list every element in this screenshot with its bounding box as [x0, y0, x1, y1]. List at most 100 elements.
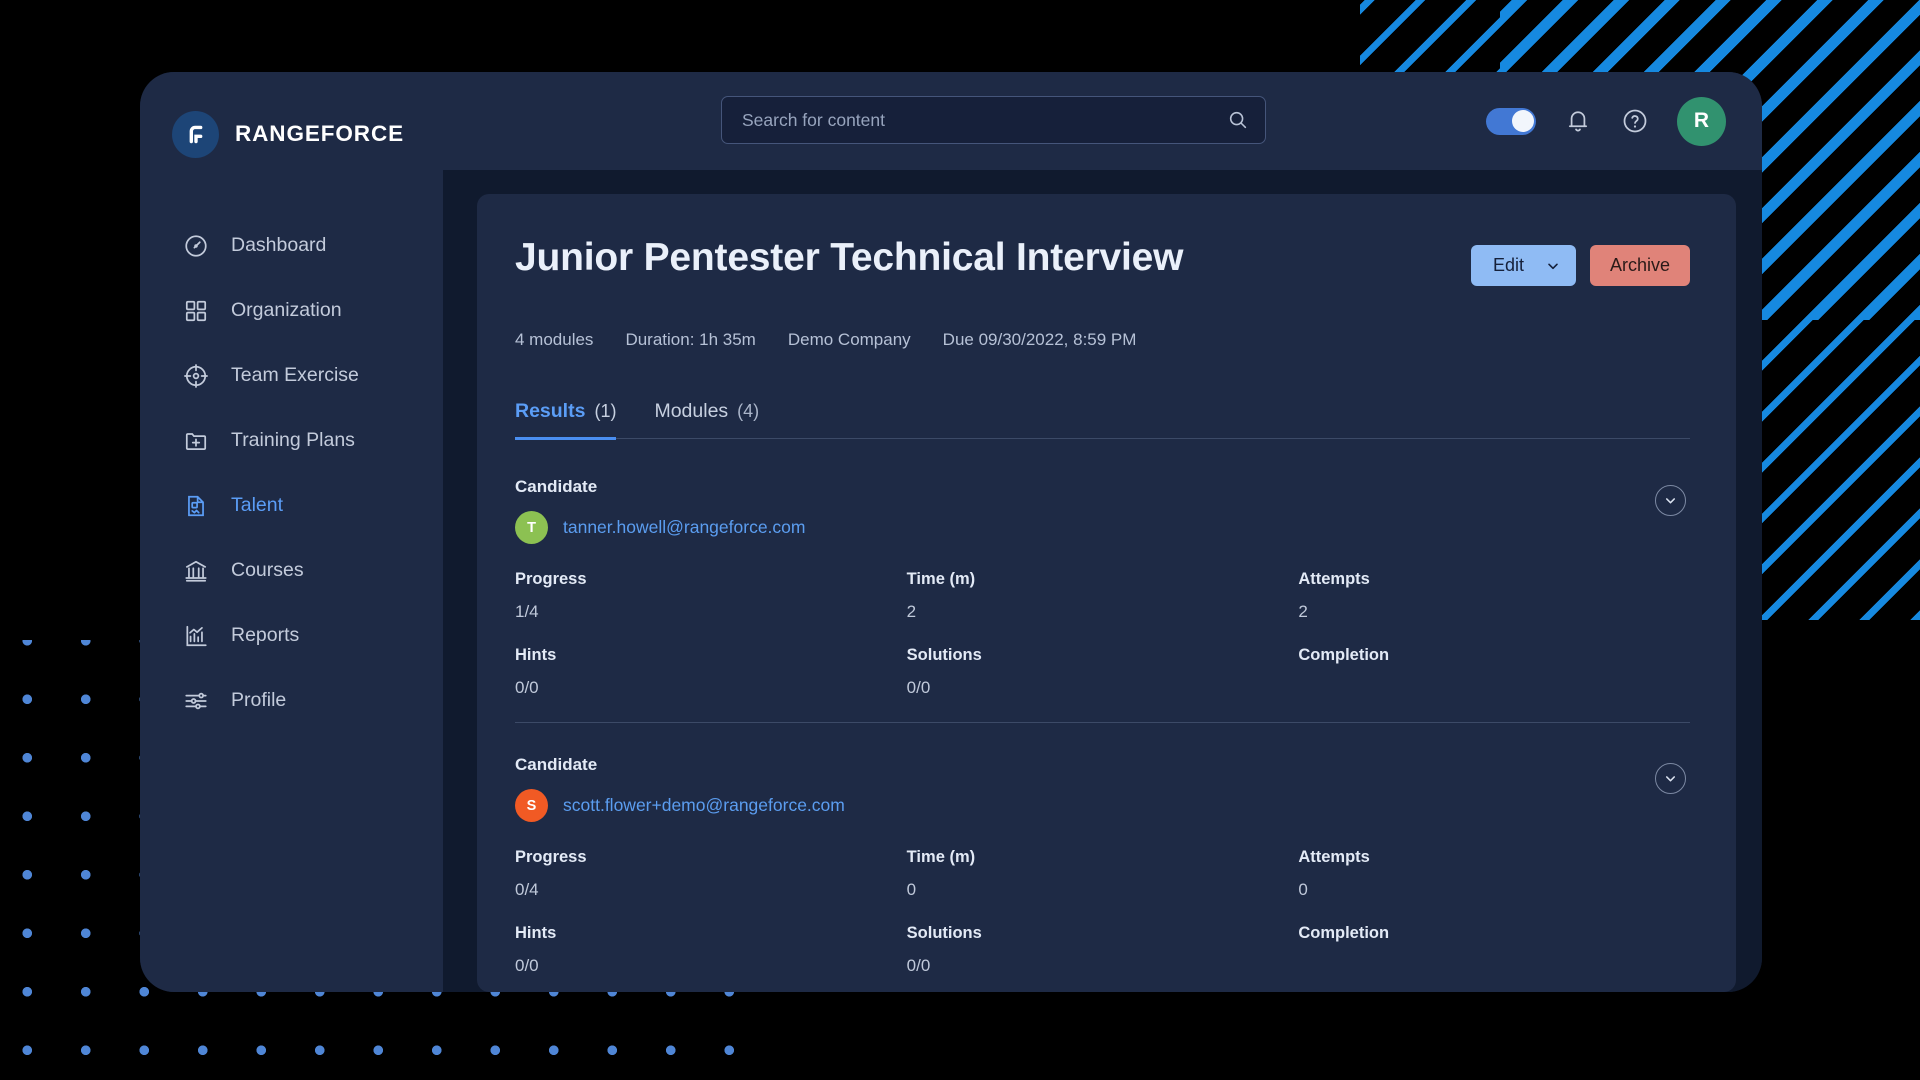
bank-icon — [183, 558, 209, 584]
sidebar-item-label: Profile — [231, 689, 287, 711]
stat-label: Progress — [515, 848, 587, 866]
sidebar-item-label: Organization — [231, 299, 342, 321]
stat-attempts: Attempts 0 — [1298, 848, 1690, 900]
meta-company: Demo Company — [787, 330, 911, 349]
stats-row-bottom: Hints 0/0 Solutions 0/0 Completion — [515, 924, 1690, 976]
sliders-icon — [183, 688, 209, 714]
sidebar-item-label: Dashboard — [231, 234, 327, 256]
sidebar-item-training-plans[interactable]: Training Plans — [140, 408, 443, 473]
stat-value — [1298, 678, 1690, 698]
stat-label: Time (m) — [906, 848, 976, 866]
candidate-email-link[interactable]: tanner.howell@rangeforce.com — [563, 517, 805, 538]
sidebar-item-label: Courses — [231, 559, 304, 581]
screen-root: RANGEFORCE Dashboard Organization Team E… — [0, 0, 1920, 1080]
meta-duration: Duration: 1h 35m — [625, 330, 756, 349]
tab-modules[interactable]: Modules (4) — [654, 400, 759, 440]
stat-time: Time (m) 2 — [907, 570, 1299, 622]
stat-progress: Progress 1/4 — [515, 570, 907, 622]
search-icon[interactable] — [1227, 109, 1249, 131]
chevron-down-icon — [1663, 771, 1678, 786]
stat-hints: Hints 0/0 — [515, 924, 907, 976]
tab-label: Modules — [654, 400, 729, 422]
avatar: T — [515, 511, 548, 544]
rangeforce-logo-icon — [172, 110, 219, 158]
stat-label: Solutions — [906, 646, 982, 664]
sidebar-item-courses[interactable]: Courses — [140, 538, 443, 603]
content-area: Junior Pentester Technical Interview Edi… — [443, 170, 1762, 992]
stat-value: 0/0 — [906, 678, 931, 697]
meta-modules: 4 modules — [515, 330, 594, 349]
sidebar-nav: Dashboard Organization Team Exercise Tra… — [140, 213, 443, 733]
tab-bar: Results (1) Modules (4) — [515, 400, 1690, 440]
archive-button[interactable]: Archive — [1590, 245, 1690, 286]
user-avatar[interactable]: R — [1677, 96, 1726, 146]
dark-mode-toggle[interactable] — [1486, 107, 1536, 135]
tab-count: (1) — [594, 401, 617, 421]
table-row: Candidate S scott.flower+demo@rangeforce… — [515, 723, 1690, 992]
stat-time: Time (m) 0 — [907, 848, 1299, 900]
sidebar-item-label: Team Exercise — [231, 364, 359, 386]
meta-due-date: Due 09/30/2022, 8:59 PM — [942, 330, 1137, 349]
stat-value: 1/4 — [515, 602, 539, 621]
sidebar-item-profile[interactable]: Profile — [140, 668, 443, 733]
stat-progress: Progress 0/4 — [515, 848, 907, 900]
target-icon — [183, 363, 209, 389]
sidebar: RANGEFORCE Dashboard Organization Team E… — [140, 72, 443, 992]
help-button[interactable] — [1620, 106, 1650, 136]
stat-label: Completion — [1298, 646, 1390, 664]
stat-value: 0/0 — [906, 956, 931, 975]
brand-logo[interactable]: RANGEFORCE — [140, 98, 443, 170]
notifications-button[interactable] — [1563, 106, 1593, 136]
sidebar-item-label: Talent — [231, 494, 284, 516]
page-meta: 4 modules Duration: 1h 35m Demo Company … — [515, 330, 1690, 350]
candidate-email-link[interactable]: scott.flower+demo@rangeforce.com — [563, 795, 845, 816]
stat-label: Completion — [1298, 924, 1390, 942]
sidebar-item-talent[interactable]: Talent — [140, 473, 443, 538]
stat-value: 0/0 — [515, 956, 539, 975]
brand-name: RANGEFORCE — [235, 121, 405, 146]
tab-label: Results — [515, 400, 586, 422]
stat-value: 0 — [1298, 880, 1308, 899]
folder-plus-icon — [183, 428, 209, 454]
stat-value: 0/4 — [515, 880, 539, 899]
sidebar-item-label: Reports — [231, 624, 300, 646]
candidate-stats: Progress 0/4 Time (m) 0 Attempts 0 Hints… — [515, 848, 1690, 976]
page-title: Junior Pentester Technical Interview — [515, 236, 1184, 279]
stat-label: Attempts — [1298, 848, 1370, 866]
expand-row-button[interactable] — [1655, 763, 1686, 794]
search-container — [721, 96, 1266, 144]
stat-value — [1298, 956, 1690, 976]
top-bar-actions: R — [1486, 72, 1726, 170]
stats-row-bottom: Hints 0/0 Solutions 0/0 Completion — [515, 646, 1690, 698]
expand-row-button[interactable] — [1655, 485, 1686, 516]
toggle-knob — [1511, 110, 1534, 132]
edit-button[interactable]: Edit — [1471, 245, 1576, 286]
stat-completion: Completion — [1298, 646, 1690, 698]
detail-card: Junior Pentester Technical Interview Edi… — [477, 194, 1736, 992]
avatar: S — [515, 789, 548, 822]
stat-solutions: Solutions 0/0 — [907, 924, 1299, 976]
grid-squares-icon — [183, 298, 209, 324]
stat-completion: Completion — [1298, 924, 1690, 976]
stat-label: Progress — [515, 570, 587, 588]
sidebar-item-team-exercise[interactable]: Team Exercise — [140, 343, 443, 408]
search-input[interactable] — [742, 109, 1227, 131]
search-box[interactable] — [721, 96, 1266, 144]
speedometer-icon — [183, 233, 209, 259]
sidebar-item-dashboard[interactable]: Dashboard — [140, 213, 443, 278]
candidate-identity: S scott.flower+demo@rangeforce.com — [515, 789, 1690, 822]
bar-chart-icon — [183, 623, 209, 649]
sidebar-item-organization[interactable]: Organization — [140, 278, 443, 343]
app-window: RANGEFORCE Dashboard Organization Team E… — [140, 72, 1762, 992]
sidebar-item-reports[interactable]: Reports — [140, 603, 443, 668]
tab-results[interactable]: Results (1) — [515, 400, 617, 440]
chevron-down-icon — [1545, 258, 1561, 274]
page-header: Junior Pentester Technical Interview Edi… — [515, 236, 1690, 286]
stat-label: Hints — [515, 924, 557, 942]
results-list: Candidate T tanner.howell@rangeforce.com — [515, 445, 1690, 992]
main-column: R Junior Pentester Technical Interview E… — [443, 72, 1762, 992]
page-actions: Edit Archive — [1471, 245, 1690, 286]
sidebar-item-label: Training Plans — [231, 429, 355, 451]
candidate-label: Candidate — [515, 477, 598, 496]
question-circle-icon — [1621, 107, 1649, 135]
